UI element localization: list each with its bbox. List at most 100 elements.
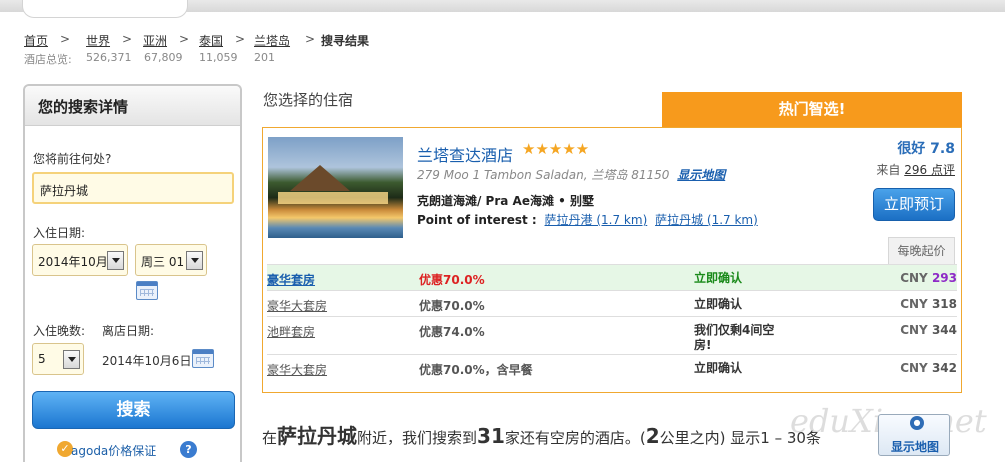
show-map-label: 显示地图 bbox=[891, 440, 940, 454]
map-pin-icon: ● bbox=[910, 416, 924, 430]
breadcrumb-world[interactable]: 世界 bbox=[86, 34, 110, 48]
show-map-button[interactable]: ● 显示地图 bbox=[878, 414, 950, 456]
summary-text: 家还有空房的酒店。( bbox=[504, 429, 646, 447]
summary-text: 在 bbox=[262, 429, 278, 447]
room-name-link[interactable]: 豪华套房 bbox=[267, 271, 315, 288]
room-currency: CNY bbox=[900, 297, 928, 311]
room-currency: CNY bbox=[900, 271, 928, 285]
nights-label: 入住晚数: bbox=[33, 324, 86, 338]
room-price-value: 293 bbox=[931, 271, 957, 285]
breadcrumb-separator: > bbox=[179, 32, 190, 46]
checkout-label: 离店日期: bbox=[102, 324, 155, 338]
price-guarantee-link[interactable]: agoda价格保证 bbox=[71, 442, 156, 459]
question-icon[interactable]: ? bbox=[180, 441, 197, 458]
header-tab[interactable] bbox=[22, 0, 188, 18]
hotel-photo-roof bbox=[290, 165, 350, 191]
nights-value: 5 bbox=[38, 352, 46, 366]
summary-distance: 2 bbox=[645, 424, 660, 448]
hotel-card: 兰塔查达酒店 ★★★★★ 279 Moo 1 Tambon Saladan, 兰… bbox=[262, 127, 962, 393]
chevron-down-icon[interactable] bbox=[63, 350, 80, 369]
room-price-value: 344 bbox=[931, 323, 957, 337]
room-deal: 优惠70.0%，含早餐 bbox=[419, 363, 533, 377]
room-status: 立即确认 bbox=[694, 361, 743, 375]
hotel-name-link[interactable]: 兰塔查达酒店 bbox=[417, 142, 513, 166]
calendar-icon[interactable] bbox=[192, 349, 214, 368]
reviews-link[interactable]: 296 点评 bbox=[904, 163, 955, 177]
top-nav-strip bbox=[0, 0, 1005, 18]
room-price-value: 342 bbox=[931, 361, 957, 375]
breadcrumb-home[interactable]: 首页 bbox=[24, 34, 48, 48]
summary-text: 附近，我们搜索到 bbox=[357, 429, 478, 447]
chevron-down-icon[interactable] bbox=[186, 251, 203, 270]
breadcrumb-separator: > bbox=[122, 32, 133, 46]
review-count: 来自 296 点评 bbox=[876, 161, 955, 178]
checkin-month-select[interactable]: 2014年10月 bbox=[32, 244, 128, 276]
show-map-link[interactable]: 显示地图 bbox=[677, 168, 725, 182]
checkin-month-value: 2014年10月 bbox=[38, 255, 108, 269]
table-row[interactable]: 豪华大套房 优惠70.0%，含早餐 立即确认 CNY 342 bbox=[267, 354, 957, 380]
search-summary: 在萨拉丹城附近，我们搜索到31家还有空房的酒店。(2公里之内) 显示1 – 30… bbox=[262, 424, 882, 451]
checkin-day-value: 周三 01 bbox=[141, 255, 185, 269]
room-deal: 优惠70.0% bbox=[419, 273, 485, 287]
room-name-link[interactable]: 豪华大套房 bbox=[267, 297, 327, 314]
checkin-day-select[interactable]: 周三 01 bbox=[135, 244, 207, 276]
breadcrumb-separator: > bbox=[60, 32, 71, 46]
hotel-photo[interactable] bbox=[268, 137, 403, 238]
room-deal: 优惠70.0% bbox=[419, 299, 485, 313]
count-world: 526,371 bbox=[86, 51, 132, 64]
breadcrumb-separator: > bbox=[235, 32, 246, 46]
breadcrumb-separator: > bbox=[305, 32, 316, 46]
points-of-interest: Point of interest : 萨拉丹港 (1.7 km) 萨拉丹城 (… bbox=[417, 211, 758, 228]
room-price: CNY 293 bbox=[900, 271, 957, 285]
breadcrumb-koh-lanta[interactable]: 兰塔岛 bbox=[254, 34, 290, 48]
destination-label: 您将前往何处? bbox=[33, 152, 112, 166]
reviews-prefix: 来自 bbox=[876, 163, 901, 177]
room-status: 立即确认 bbox=[694, 297, 743, 311]
calendar-icon[interactable] bbox=[136, 281, 158, 300]
table-row[interactable]: 豪华大套房 优惠70.0% 立即确认 CNY 318 bbox=[267, 290, 957, 316]
breadcrumb-asia[interactable]: 亚洲 bbox=[143, 34, 167, 48]
hotel-address: 279 Moo 1 Tambon Saladan, 兰塔岛 81150 显示地图 bbox=[417, 166, 725, 183]
nights-select[interactable]: 5 bbox=[32, 343, 84, 375]
breadcrumb-thailand[interactable]: 泰国 bbox=[199, 34, 223, 48]
per-night-tab: 每晚起价 bbox=[888, 237, 955, 264]
destination-input[interactable]: 萨拉丹城 bbox=[32, 172, 234, 204]
room-price: CNY 318 bbox=[900, 297, 957, 311]
room-status: 立即确认 bbox=[694, 271, 743, 285]
room-price: CNY 342 bbox=[900, 361, 957, 375]
room-name-link[interactable]: 池畔套房 bbox=[267, 323, 315, 340]
room-name-link[interactable]: 豪华大套房 bbox=[267, 361, 327, 378]
count-asia: 67,809 bbox=[144, 51, 183, 64]
search-panel-title: 您的搜索详情 bbox=[25, 86, 240, 126]
star-rating: ★★★★★ bbox=[522, 140, 590, 158]
poi-link-saladan-town[interactable]: 萨拉丹城 (1.7 km) bbox=[655, 213, 758, 227]
checkin-label: 入住日期: bbox=[33, 226, 86, 240]
summary-count: 31 bbox=[477, 424, 505, 448]
room-list: 豪华套房 优惠70.0% 立即确认 CNY 293 豪华大套房 优惠70.0% … bbox=[267, 264, 957, 380]
checkout-date: 2014年10月6日 bbox=[102, 354, 192, 368]
room-currency: CNY bbox=[900, 323, 928, 337]
poi-link-saladan-pier[interactable]: 萨拉丹港 (1.7 km) bbox=[545, 213, 648, 227]
summary-place: 萨拉丹城 bbox=[277, 424, 358, 448]
counts-label: 酒店总览: bbox=[24, 53, 72, 66]
address-text: 279 Moo 1 Tambon Saladan, 兰塔岛 81150 bbox=[417, 168, 670, 182]
review-score: 很好 7.8 bbox=[897, 141, 955, 157]
search-panel: 您的搜索详情 您将前往何处? 萨拉丹城 入住日期: 2014年10月 周三 01… bbox=[23, 84, 242, 462]
hot-pick-banner: 热门智选! bbox=[662, 92, 962, 127]
room-currency: CNY bbox=[900, 361, 928, 375]
section-title: 您选择的住宿 bbox=[263, 91, 354, 109]
count-koh-lanta: 201 bbox=[254, 51, 275, 64]
room-price: CNY 344 bbox=[900, 323, 957, 337]
book-now-button[interactable]: 立即预订 bbox=[873, 188, 955, 221]
count-thailand: 11,059 bbox=[199, 51, 238, 64]
table-row[interactable]: 池畔套房 优惠74.0% 我们仅剩4间空房! CNY 344 bbox=[267, 316, 957, 354]
search-button[interactable]: 搜索 bbox=[32, 391, 235, 429]
room-deal: 优惠74.0% bbox=[419, 325, 485, 339]
chevron-down-icon[interactable] bbox=[107, 251, 124, 270]
room-price-value: 318 bbox=[931, 297, 957, 311]
poi-label: Point of interest : bbox=[417, 213, 537, 227]
table-row[interactable]: 豪华套房 优惠70.0% 立即确认 CNY 293 bbox=[267, 264, 957, 290]
breadcrumb-current: 搜寻结果 bbox=[321, 34, 370, 48]
room-status: 我们仅剩4间空房! bbox=[694, 323, 775, 352]
hotel-area: 克朗道海滩/ Pra Ae海滩 • 别墅 bbox=[417, 194, 595, 208]
